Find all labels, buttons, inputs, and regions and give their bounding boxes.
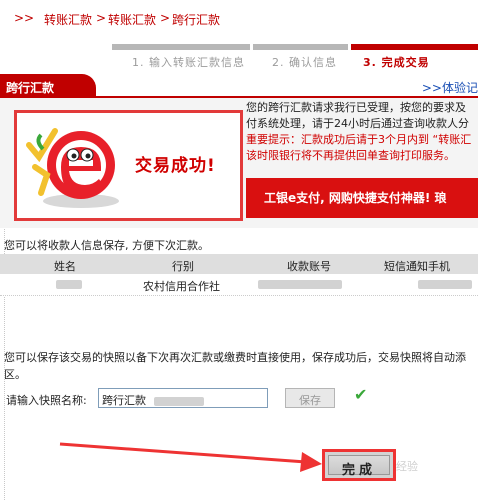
snapshot-hint-line: 您可以保存该交易的快照以备下次再次汇款或缴费时直接使用，保存成功后，交易快照将自… bbox=[4, 351, 466, 364]
experience-link[interactable]: >>体验记 bbox=[422, 79, 478, 96]
save-payee-hint: 您可以将收款人信息保存, 方便下次汇款。 bbox=[4, 239, 209, 252]
done-button-label: 完成 bbox=[328, 455, 390, 478]
breadcrumb-item-transfer[interactable]: 转账汇款 bbox=[44, 11, 92, 28]
payee-bank: 农村信用合作社 bbox=[143, 280, 220, 293]
promo-banner[interactable]: 工银e支付, 网购快捷支付神器! 琅 bbox=[246, 178, 478, 218]
breadcrumb-item-interbank: 跨行汇款 bbox=[172, 13, 221, 27]
save-snapshot-button[interactable]: 保存 bbox=[285, 388, 335, 408]
column-account: 收款账号 bbox=[287, 260, 331, 273]
breadcrumb-separator: > bbox=[24, 11, 35, 25]
notice-line: 付系统处理，请于24小时后通过查询收款人分 bbox=[246, 117, 469, 130]
tab-interbank[interactable]: 跨行汇款 bbox=[0, 74, 96, 98]
important-notice-line: 该时限银行将不再提供回单查询打印服务。 bbox=[246, 149, 455, 162]
arrow-annotation-icon bbox=[59, 442, 322, 472]
notice-text: 您的跨行汇款请求我行已受理，按您的要求及 付系统处理，请于24小时后通过查询收款… bbox=[246, 100, 478, 164]
snapshot-hint: 您可以保存该交易的快照以备下次再次汇款或缴费时直接使用，保存成功后，交易快照将自… bbox=[4, 349, 478, 383]
snapshot-name-masked bbox=[153, 396, 204, 406]
notice-line: 您的跨行汇款请求我行已受理，按您的要求及 bbox=[246, 101, 466, 114]
step-bar-3 bbox=[351, 44, 478, 50]
step-bar-1 bbox=[112, 44, 250, 50]
success-message: 交易成功! bbox=[135, 156, 216, 176]
watermark: 经验 bbox=[396, 460, 418, 473]
breadcrumb-item-transfer-2[interactable]: 转账汇款 bbox=[108, 11, 156, 28]
table-header: 姓名 行别 收款账号 短信通知手机 bbox=[0, 254, 478, 274]
column-sms-phone: 短信通知手机 bbox=[384, 260, 450, 273]
payee-name-masked bbox=[56, 280, 82, 289]
snapshot-name-input[interactable]: 跨行汇款 bbox=[98, 388, 268, 408]
step-progress: 1. 输入转账汇款信息 2. 确认信息 3. 完成交易 bbox=[112, 44, 478, 70]
breadcrumb-separator: > bbox=[14, 11, 25, 25]
table-row: 农村信用合作社 bbox=[0, 274, 478, 296]
snapshot-name-label: 请输入快照名称: bbox=[6, 394, 87, 407]
important-notice-line: 重要提示：汇款成功后请于3个月内到 “转账汇 bbox=[246, 133, 472, 146]
step-label-1: 1. 输入转账汇款信息 bbox=[132, 56, 245, 69]
snapshot-hint-line: 区。 bbox=[4, 368, 26, 381]
step-bar-2 bbox=[253, 44, 348, 50]
column-name: 姓名 bbox=[54, 260, 76, 273]
breadcrumb: > > 转账汇款 > 转账汇款 > 跨行汇款 bbox=[0, 0, 478, 36]
check-icon: ✔ bbox=[354, 385, 368, 404]
payee-account-masked bbox=[258, 280, 342, 289]
done-button[interactable]: 完成 bbox=[322, 449, 396, 481]
breadcrumb-separator: > bbox=[160, 11, 171, 25]
step-label-2: 2. 确认信息 bbox=[272, 56, 337, 69]
step-label-3: 3. 完成交易 bbox=[363, 56, 430, 69]
breadcrumb-separator: > bbox=[96, 11, 107, 25]
column-bank: 行别 bbox=[172, 260, 194, 273]
snapshot-name-value: 跨行汇款 bbox=[102, 394, 146, 407]
e-payment-logo-icon bbox=[26, 128, 119, 208]
success-box: 交易成功! bbox=[14, 110, 243, 221]
tab-row: 跨行汇款 >>体验记 bbox=[0, 74, 478, 98]
payee-phone-masked bbox=[418, 280, 472, 289]
